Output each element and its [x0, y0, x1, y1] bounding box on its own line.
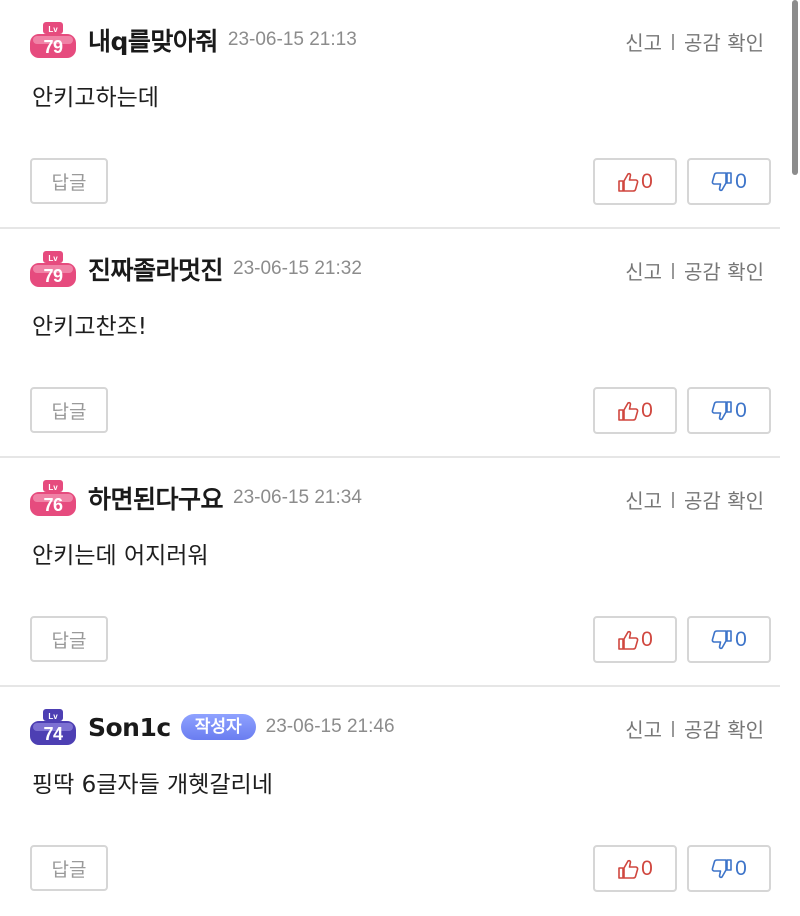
comment-item: Lv 79 진짜졸라멋진 23-06-15 21:32 신고 공감 확인 안키고…: [0, 229, 780, 458]
comment-actions: 신고 공감 확인: [625, 256, 764, 285]
thumbs-up-icon: [618, 172, 639, 192]
downvote-button[interactable]: 0: [687, 616, 771, 663]
thumbs-down-icon: [711, 400, 732, 420]
likes-check-link[interactable]: 공감 확인: [684, 27, 764, 56]
level-badge-icon: Lv 79: [28, 249, 78, 289]
reply-button[interactable]: 답글: [30, 158, 108, 204]
upvote-count: 0: [641, 169, 653, 193]
comment-text: 안키고찬조!: [32, 314, 148, 340]
level-badge-icon: Lv 76: [28, 478, 78, 518]
reply-button[interactable]: 답글: [30, 845, 108, 891]
nickname[interactable]: Son1c: [88, 713, 171, 742]
report-link[interactable]: 신고: [625, 256, 662, 285]
thumbs-up-icon: [618, 401, 639, 421]
divider: [672, 720, 675, 737]
upvote-button[interactable]: 0: [593, 158, 677, 205]
level-badge-icon: Lv 79: [28, 20, 78, 60]
nickname[interactable]: 내q를맞아줘: [88, 22, 218, 58]
upvote-button[interactable]: 0: [593, 616, 677, 663]
likes-check-link[interactable]: 공감 확인: [684, 485, 764, 514]
level-badge-icon: Lv 74: [28, 707, 78, 747]
downvote-count: 0: [735, 169, 747, 193]
reply-button[interactable]: 답글: [30, 616, 108, 662]
report-link[interactable]: 신고: [625, 714, 662, 743]
reply-button[interactable]: 답글: [30, 387, 108, 433]
comment-item: Lv 79 내q를맞아줘 23-06-15 21:13 신고 공감 확인 안키고…: [0, 0, 780, 229]
scrollbar[interactable]: [792, 0, 798, 175]
nickname[interactable]: 하면된다구요: [88, 480, 224, 516]
thumbs-down-icon: [711, 858, 732, 878]
thumbs-down-icon: [711, 171, 732, 191]
comment-list: Lv 79 내q를맞아줘 23-06-15 21:13 신고 공감 확인 안키고…: [0, 0, 780, 916]
divider: [672, 491, 675, 508]
thumbs-up-icon: [618, 630, 639, 650]
level-number: 79: [43, 266, 63, 286]
comment-date: 23-06-15 21:13: [227, 29, 357, 50]
downvote-button[interactable]: 0: [687, 387, 771, 434]
level-prefix: Lv: [48, 483, 58, 492]
level-number: 79: [43, 37, 63, 57]
comment-actions: 신고 공감 확인: [625, 485, 764, 514]
thumbs-down-icon: [711, 629, 732, 649]
divider: [672, 262, 675, 279]
likes-check-link[interactable]: 공감 확인: [684, 256, 764, 285]
level-number: 74: [43, 724, 63, 744]
comment-text: 핑딱 6글자들 개혯갈리네: [32, 772, 273, 798]
level-prefix: Lv: [48, 712, 58, 721]
comment-item: Lv 74 Son1c 작성자 23-06-15 21:46 신고 공감 확인 …: [0, 687, 780, 916]
downvote-button[interactable]: 0: [687, 845, 771, 892]
comment-text: 안키는데 어지러워: [32, 543, 209, 569]
comment-text: 안키고하는데: [32, 85, 159, 111]
upvote-button[interactable]: 0: [593, 387, 677, 434]
downvote-count: 0: [735, 627, 747, 651]
author-badge: 작성자: [180, 714, 256, 740]
comment-date: 23-06-15 21:34: [233, 487, 362, 508]
upvote-button[interactable]: 0: [593, 845, 677, 892]
level-prefix: Lv: [48, 254, 58, 263]
upvote-count: 0: [641, 627, 653, 651]
downvote-button[interactable]: 0: [687, 158, 771, 205]
downvote-count: 0: [735, 856, 747, 880]
report-link[interactable]: 신고: [625, 485, 662, 514]
comment-item: Lv 76 하면된다구요 23-06-15 21:34 신고 공감 확인 안키는…: [0, 458, 780, 687]
comment-actions: 신고 공감 확인: [625, 27, 764, 56]
thumbs-up-icon: [618, 859, 639, 879]
report-link[interactable]: 신고: [625, 27, 662, 56]
comment-date: 23-06-15 21:46: [265, 716, 395, 737]
downvote-count: 0: [735, 398, 747, 422]
level-prefix: Lv: [48, 25, 58, 34]
nickname[interactable]: 진짜졸라멋진: [88, 251, 224, 287]
likes-check-link[interactable]: 공감 확인: [684, 714, 764, 743]
comment-date: 23-06-15 21:32: [233, 258, 362, 279]
upvote-count: 0: [641, 398, 653, 422]
upvote-count: 0: [641, 856, 653, 880]
divider: [672, 33, 675, 50]
comment-actions: 신고 공감 확인: [625, 714, 764, 743]
level-number: 76: [43, 495, 63, 515]
